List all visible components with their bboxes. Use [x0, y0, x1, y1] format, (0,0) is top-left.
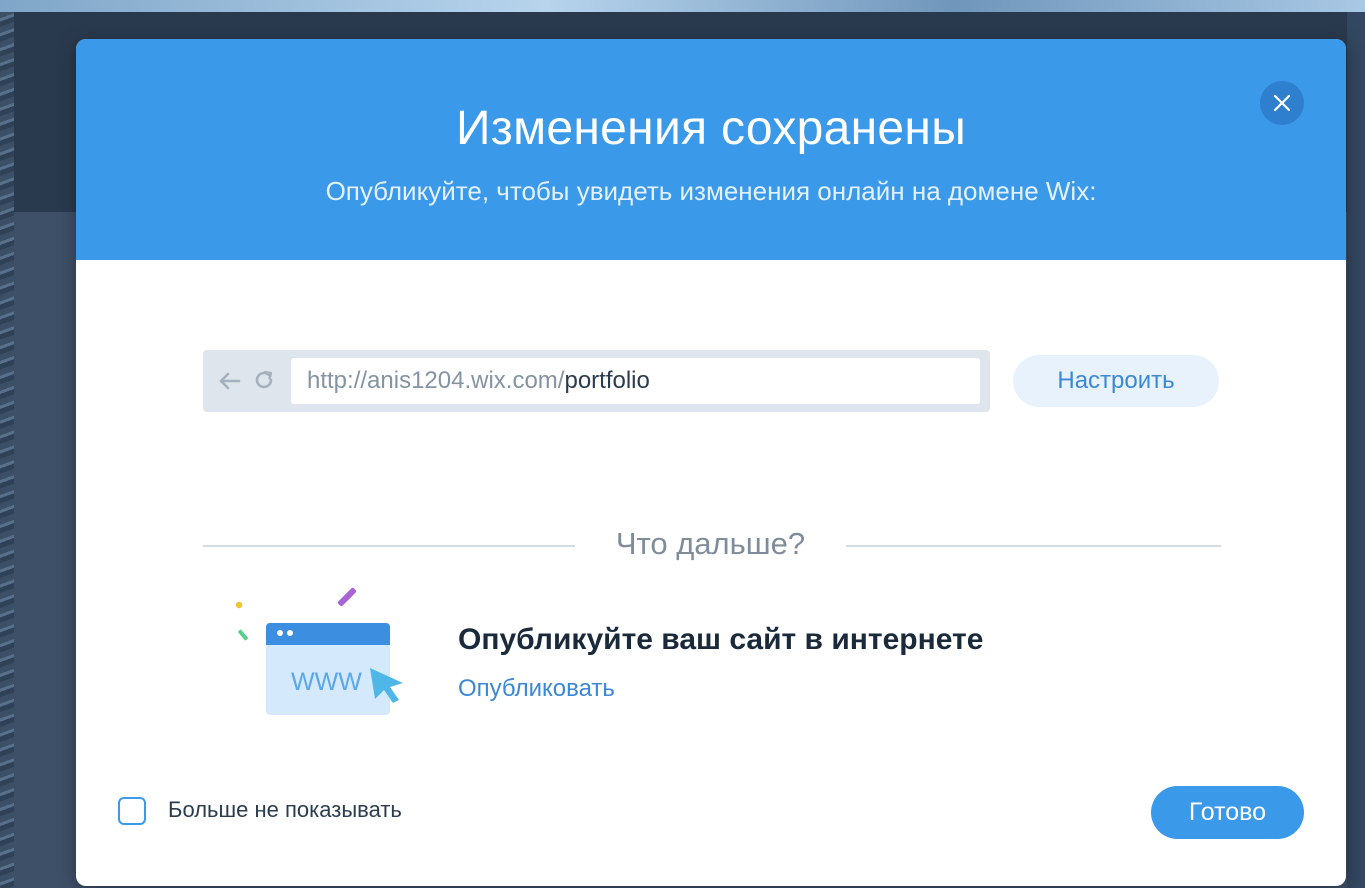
editor-background-strip	[0, 0, 1365, 12]
divider-right	[846, 545, 1221, 547]
dont-show-again-checkbox[interactable]	[118, 797, 146, 825]
www-label: WWW	[291, 668, 362, 696]
dont-show-again-label[interactable]: Больше не показывать	[168, 797, 402, 823]
divider-left	[203, 545, 575, 547]
url-base: http://anis1204.wix.com/	[307, 367, 565, 394]
publish-link[interactable]: Опубликовать	[458, 675, 615, 703]
site-url-field: http://anis1204.wix.com/portfolio	[291, 358, 980, 404]
confetti-purple	[337, 587, 357, 607]
publish-site-title: Опубликуйте ваш сайт в интернете	[458, 623, 984, 656]
dialog-title: Изменения сохранены	[455, 102, 967, 155]
publish-website-illustration: WWW	[235, 587, 403, 715]
confetti-green	[238, 629, 248, 641]
arrow-left-icon	[219, 372, 241, 390]
confetti-yellow	[235, 601, 243, 609]
editor-background-right	[1347, 12, 1365, 888]
reload-icon	[255, 370, 273, 389]
dialog-subtitle: Опубликуйте, чтобы увидеть изменения онл…	[325, 176, 1097, 206]
editor-background-left	[0, 12, 14, 888]
done-button[interactable]: Готово	[1151, 786, 1304, 839]
url-bar: http://anis1204.wix.com/portfolio	[203, 350, 990, 412]
close-button[interactable]	[1260, 81, 1304, 125]
dialog-header: Изменения сохранены Опубликуйте, чтобы у…	[76, 39, 1346, 260]
close-icon	[1273, 94, 1291, 112]
whats-next-heading: Что дальше?	[615, 526, 806, 561]
publish-dialog: Изменения сохранены Опубликуйте, чтобы у…	[76, 39, 1346, 886]
url-path: portfolio	[564, 367, 650, 394]
configure-url-button[interactable]: Настроить	[1013, 355, 1219, 407]
